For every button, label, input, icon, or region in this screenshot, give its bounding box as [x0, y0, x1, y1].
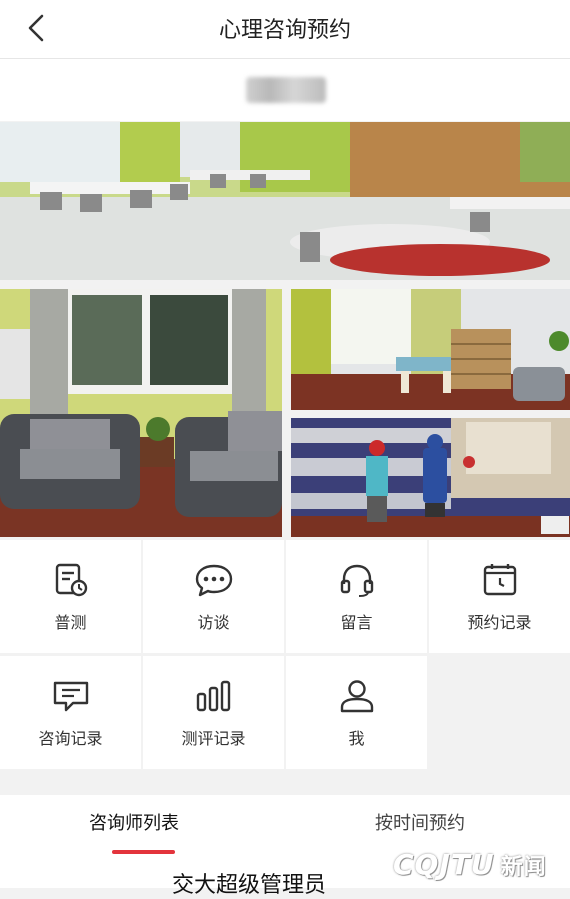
- tab-time-booking[interactable]: 按时间预约: [375, 809, 465, 835]
- photo-venting-room: [291, 418, 570, 537]
- tab-counselor-list[interactable]: 咨询师列表: [89, 809, 179, 835]
- menu-item-label: 测评记录: [181, 729, 246, 748]
- calendar-clock-icon: [483, 564, 516, 596]
- menu-item-survey[interactable]: 普测: [0, 540, 141, 653]
- chat-bubble-icon: [195, 564, 232, 597]
- header-bar: 心理咨询预约: [0, 0, 570, 59]
- menu-item-assessment-records[interactable]: 测评记录: [143, 656, 284, 769]
- watermark-chinese: 新闻: [500, 855, 547, 880]
- headset-icon: [340, 564, 373, 597]
- menu-item-message[interactable]: 留言: [286, 540, 427, 653]
- photo-lounge-sofas: [0, 289, 282, 537]
- user-icon: [340, 680, 373, 713]
- message-icon: [53, 681, 88, 712]
- watermark-latin: CQJTU: [393, 848, 495, 881]
- photo-consultation-hall: [0, 122, 570, 280]
- menu-item-appointment-records[interactable]: 预约记录: [429, 540, 570, 653]
- photo-sandplay-room: [291, 289, 570, 410]
- menu-item-label: 留言: [340, 613, 373, 632]
- center-name-strip: [0, 59, 570, 121]
- active-tab-indicator: [112, 850, 175, 854]
- menu-item-label: 预约记录: [467, 613, 532, 632]
- menu-item-interview[interactable]: 访谈: [143, 540, 284, 653]
- bar-chart-icon: [196, 680, 230, 712]
- menu-item-label: 访谈: [197, 613, 230, 632]
- counselor-name[interactable]: 交大超级管理员: [172, 867, 326, 899]
- blurred-name: [246, 77, 326, 103]
- page-title: 心理咨询预约: [218, 18, 351, 43]
- menu-item-me[interactable]: 我: [286, 656, 427, 769]
- survey-icon: [55, 563, 87, 597]
- menu-item-consult-records[interactable]: 咨询记录: [0, 656, 141, 769]
- menu-item-label: 普测: [54, 613, 87, 632]
- menu-item-label: 我: [348, 729, 365, 748]
- watermark: CQJTU 新闻: [393, 848, 547, 881]
- function-grid: 普测 访谈 留言 预约记录 咨询记录 测评记录 我: [0, 540, 570, 770]
- menu-item-label: 咨询记录: [38, 729, 103, 748]
